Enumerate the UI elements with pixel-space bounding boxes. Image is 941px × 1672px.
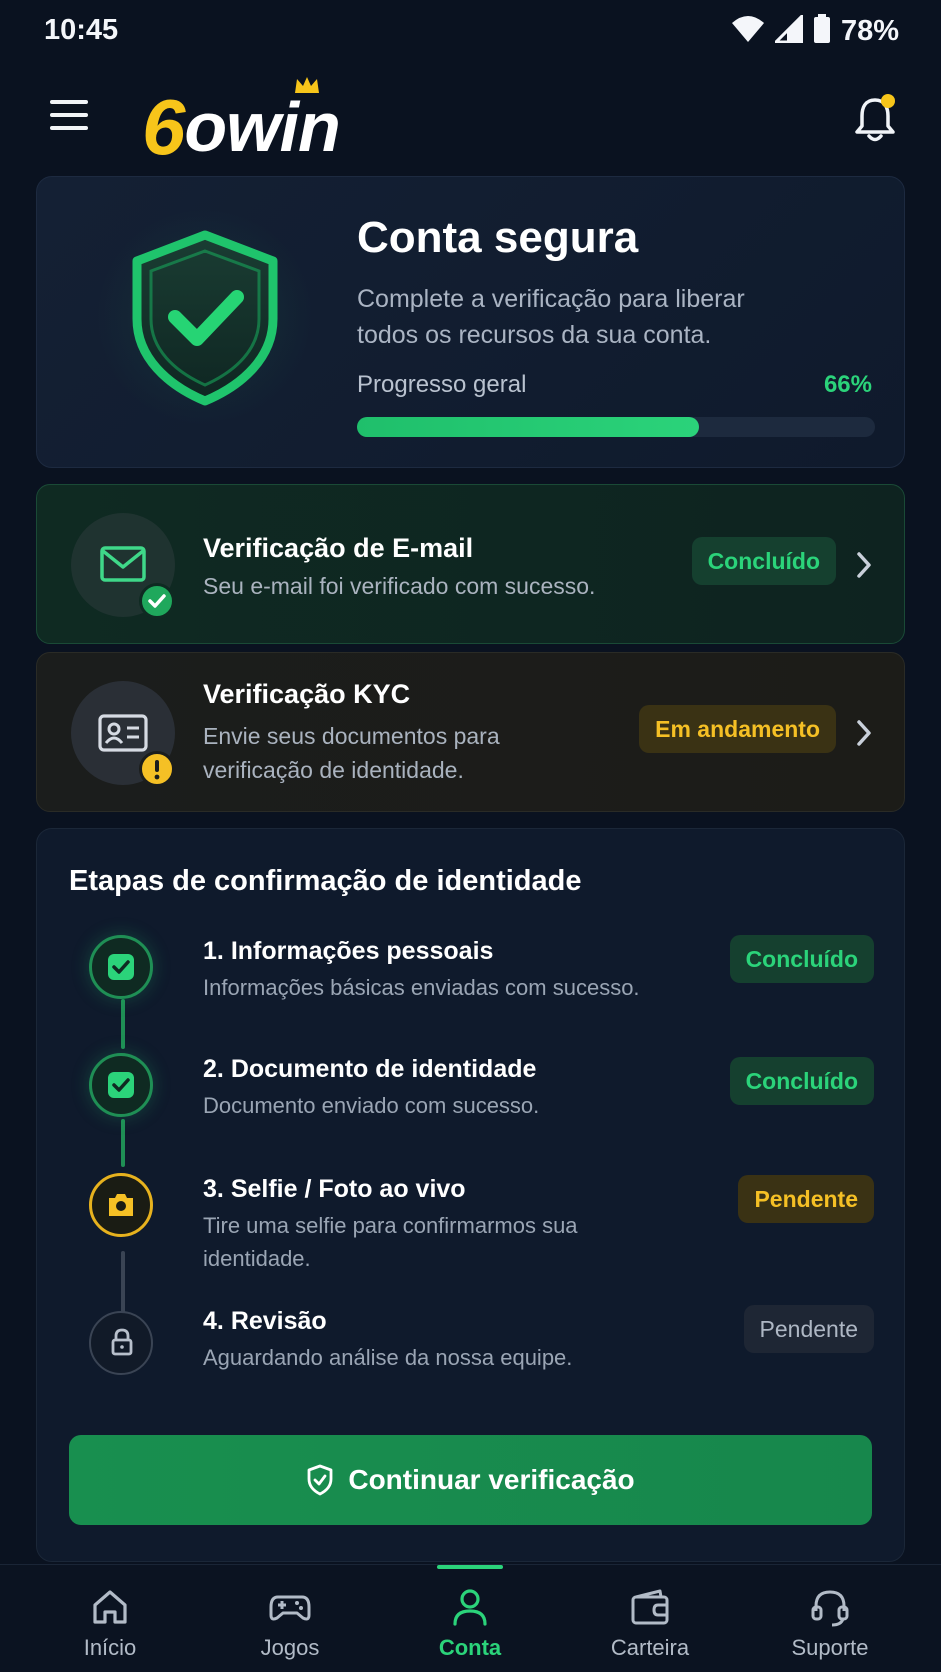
step-title: 2. Documento de identidade xyxy=(203,1055,537,1083)
kyc-verification-description: Envie seus documentos para verificação d… xyxy=(203,723,500,783)
nav-label: Carteira xyxy=(610,1635,690,1660)
status-time: 10:45 xyxy=(44,14,119,46)
bottom-navigation: Início Jogos Conta Carteira Suporte xyxy=(0,1564,941,1672)
lock-icon xyxy=(111,1328,133,1356)
crown-icon xyxy=(295,77,319,93)
shield-check-icon xyxy=(307,1464,333,1496)
progress-value: 66% xyxy=(823,371,872,398)
check-square-icon xyxy=(108,954,134,980)
chevron-right-icon xyxy=(857,720,871,746)
headset-icon xyxy=(811,1590,849,1627)
step-status-circle xyxy=(89,1053,153,1117)
logo-text: owin xyxy=(184,88,340,166)
step-status-circle xyxy=(89,935,153,999)
nav-item-conta[interactable]: Conta xyxy=(390,1565,550,1672)
kyc-verification-title: Verificação KYC xyxy=(203,679,411,709)
step-title: 4. Revisão xyxy=(203,1307,327,1335)
step-description: Aguardando análise da nossa equipe. xyxy=(203,1345,573,1370)
nav-label: Início xyxy=(83,1635,137,1660)
home-icon xyxy=(93,1590,127,1624)
step-status-badge: Pendente xyxy=(738,1175,874,1223)
notification-dot xyxy=(881,94,895,108)
step-status-badge: Pendente xyxy=(743,1305,874,1353)
gamepad-icon xyxy=(269,1595,311,1621)
kyc-status-badge: Em andamento xyxy=(639,705,836,753)
progress-bar xyxy=(357,417,875,437)
chevron-right-icon xyxy=(857,552,871,578)
identity-steps-card: Etapas de confirmação de identidade 1. I… xyxy=(36,828,905,1562)
step-description: Tire uma selfie para confirmarmos sua id… xyxy=(203,1213,578,1271)
step-status-circle xyxy=(89,1311,153,1375)
status-icons: 78% xyxy=(731,12,899,49)
nav-item-jogos[interactable]: Jogos xyxy=(210,1565,370,1672)
user-icon xyxy=(453,1589,487,1626)
step-title: 1. Informações pessoais xyxy=(203,937,494,965)
mail-icon xyxy=(100,546,146,582)
id-card-icon xyxy=(98,714,148,752)
continue-verification-button[interactable]: Continuar verificação xyxy=(69,1435,872,1525)
status-bar: 10:45 78% xyxy=(0,0,941,60)
email-verification-card[interactable]: Verificação de E-mail Seu e-mail foi ver… xyxy=(36,484,905,644)
camera-icon xyxy=(109,1194,133,1216)
signal-icon xyxy=(772,12,804,48)
check-square-icon xyxy=(108,1072,134,1098)
hero-title: Conta segura xyxy=(357,213,639,262)
email-verification-title: Verificação de E-mail xyxy=(203,533,474,563)
shield-check-icon xyxy=(95,207,315,427)
logo-number: 6 xyxy=(142,83,185,171)
check-badge-icon xyxy=(139,583,175,619)
step-status-badge: Concluído xyxy=(729,935,874,983)
menu-button[interactable] xyxy=(50,100,88,132)
step-connector xyxy=(121,999,125,1049)
step-status-circle xyxy=(89,1173,153,1237)
account-security-card: Conta segura Complete a verificação para… xyxy=(36,176,905,468)
step-description: Informações básicas enviadas com sucesso… xyxy=(203,975,640,1000)
battery-icon xyxy=(813,14,831,49)
step-title: 3. Selfie / Foto ao vivo xyxy=(203,1175,466,1203)
progress-bar-fill xyxy=(357,417,699,437)
battery-percentage: 78% xyxy=(840,15,899,47)
step-connector xyxy=(121,1119,125,1167)
email-verification-description: Seu e-mail foi verificado com sucesso. xyxy=(203,573,596,599)
nav-label: Conta xyxy=(438,1635,502,1660)
nav-label: Jogos xyxy=(260,1635,320,1660)
email-status-badge: Concluído xyxy=(691,537,836,585)
wifi-icon xyxy=(731,15,765,48)
notifications-button[interactable] xyxy=(853,94,897,144)
continue-verification-label: Continuar verificação xyxy=(348,1464,635,1495)
progress-label: Progresso geral xyxy=(357,371,527,398)
wallet-icon xyxy=(631,1589,669,1625)
nav-label: Suporte xyxy=(791,1635,869,1660)
step-status-badge: Concluído xyxy=(729,1057,874,1105)
nav-item-inicio[interactable]: Início xyxy=(30,1565,190,1672)
hero-description: Complete a verificação para liberar todo… xyxy=(357,285,745,349)
app-header: 6 owin xyxy=(0,70,941,170)
step-description: Documento enviado com sucesso. xyxy=(203,1093,540,1118)
kyc-verification-card[interactable]: Verificação KYC Envie seus documentos pa… xyxy=(36,652,905,812)
steps-title: Etapas de confirmação de identidade xyxy=(69,865,582,897)
nav-item-suporte[interactable]: Suporte xyxy=(750,1565,910,1672)
account-verification-screen: 10:45 78% 6 owin Conta segura Complete a… xyxy=(0,0,941,1672)
nav-item-carteira[interactable]: Carteira xyxy=(570,1565,730,1672)
warning-badge-icon xyxy=(139,751,175,787)
